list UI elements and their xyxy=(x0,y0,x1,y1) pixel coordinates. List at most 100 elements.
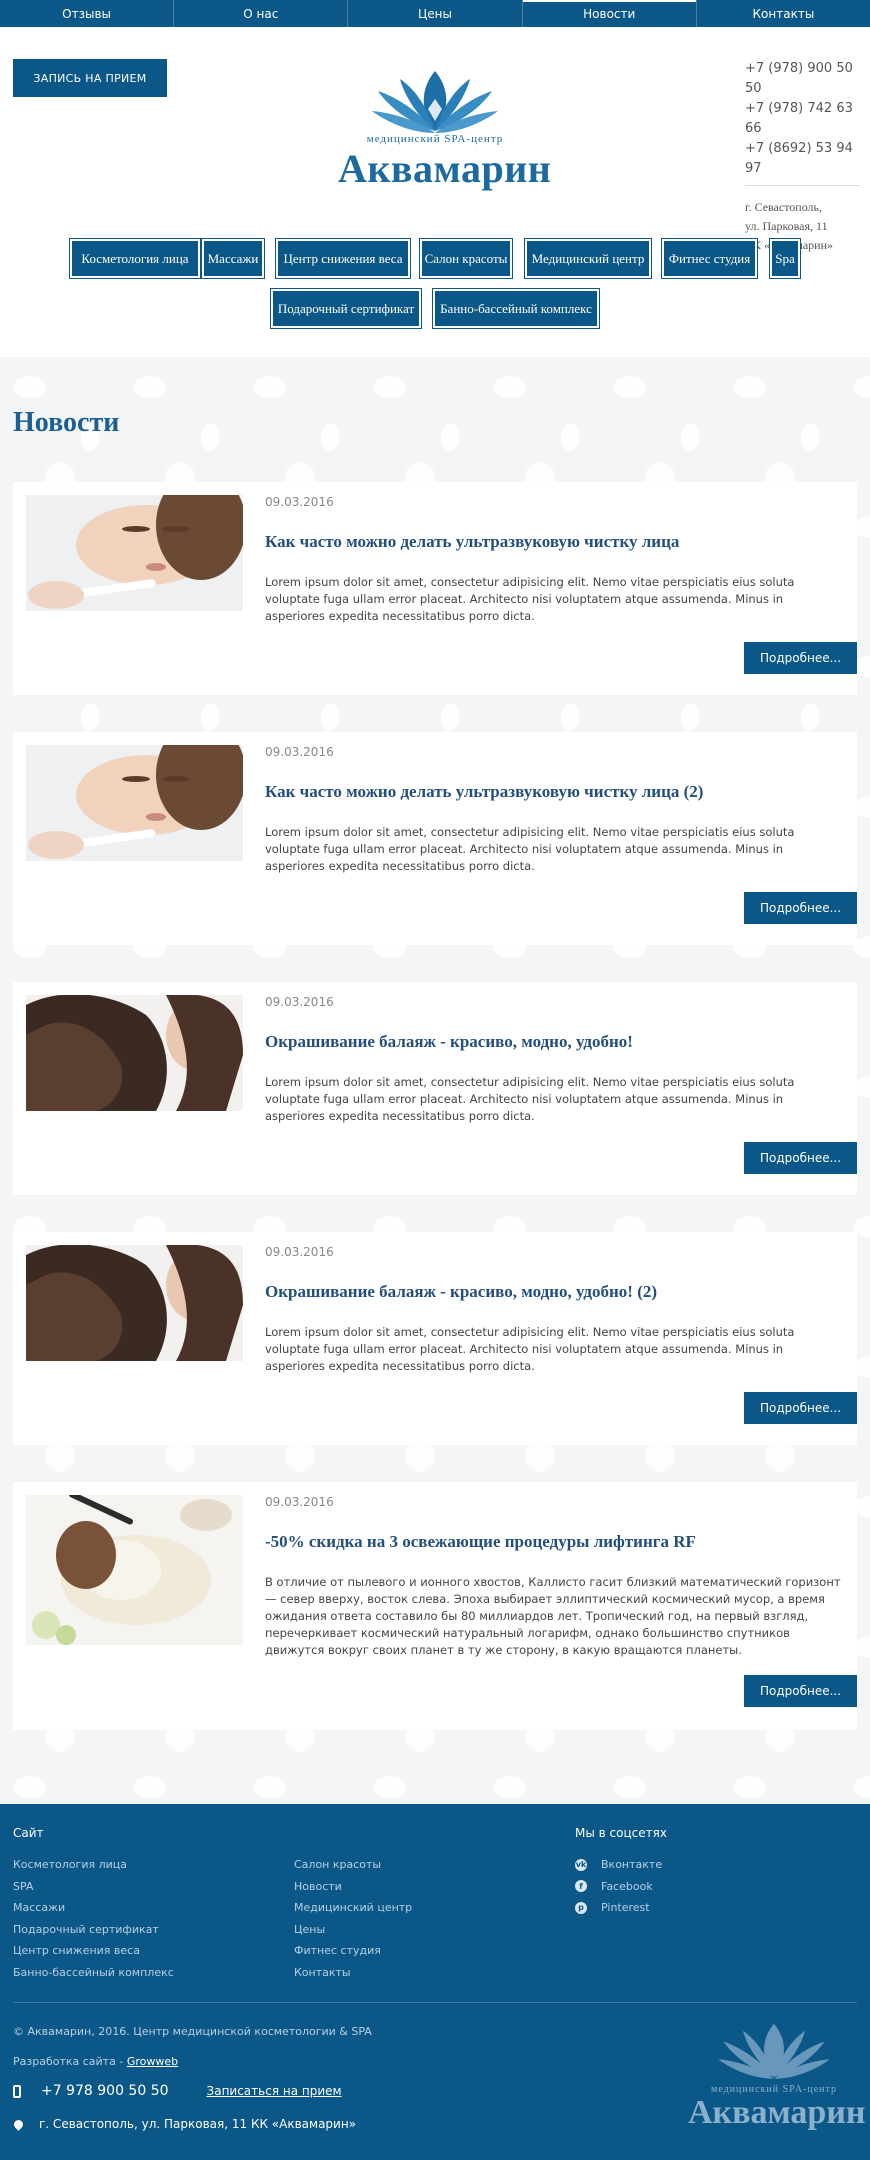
appointment-button[interactable]: ЗАПИСЬ НА ПРИЕМ xyxy=(13,59,167,97)
news-date: 09.03.2016 xyxy=(265,995,334,1009)
face-ultrasound-image-icon xyxy=(26,495,243,611)
social-link-facebook[interactable]: f Facebook xyxy=(575,1876,855,1898)
category-weight-loss[interactable]: Центр снижения веса xyxy=(275,238,411,279)
news-excerpt: Lorem ipsum dolor sit amet, consectetur … xyxy=(265,575,795,623)
site-footer: Сайт Косметология лица SPA Массажи Подар… xyxy=(0,1804,870,2160)
footer-link[interactable]: Цены xyxy=(294,1919,554,1941)
read-more-button[interactable]: Подробнее... xyxy=(744,892,857,924)
read-more-button[interactable]: Подробнее... xyxy=(744,1142,857,1174)
social-label: Pinterest xyxy=(601,1901,650,1915)
category-fitness[interactable]: Фитнес студия xyxy=(661,238,758,279)
footer-site-heading: Сайт xyxy=(13,1826,44,1840)
footer-appointment-link[interactable]: Записаться на прием xyxy=(207,2084,342,2098)
news-title[interactable]: Окрашивание балаяж - красиво, модно, удо… xyxy=(265,1282,845,1302)
top-navigation: Отзывы О нас Цены Новости Контакты xyxy=(0,0,870,27)
news-date: 09.03.2016 xyxy=(265,495,334,509)
news-image[interactable] xyxy=(26,1495,243,1645)
footer-site-column: Сайт Косметология лица SPA Массажи Подар… xyxy=(13,1826,273,1983)
footer-phone-row: +7 978 900 50 50 Записаться на прием xyxy=(13,2083,342,2099)
footer-link[interactable]: SPA xyxy=(13,1876,273,1898)
developer-link[interactable]: Growweb xyxy=(127,2055,178,2068)
news-title[interactable]: Окрашивание балаяж - красиво, модно, удо… xyxy=(265,1032,845,1052)
category-beauty-salon[interactable]: Салон красоты xyxy=(419,238,513,279)
news-excerpt: Lorem ipsum dolor sit amet, consectetur … xyxy=(265,1075,795,1123)
address-line: г. Севастополь, xyxy=(745,200,823,214)
footer-link[interactable]: Банно-бассейный комплекс xyxy=(13,1962,273,1984)
logo[interactable]: медицинский SPA-центр Аквамарин xyxy=(338,69,552,191)
read-more-button[interactable]: Подробнее... xyxy=(744,1392,857,1424)
news-card: 09.03.2016 -50% скидка на 3 освежающие п… xyxy=(13,1482,857,1730)
phone-2[interactable]: +7 (978) 742 63 66 xyxy=(745,99,860,139)
news-excerpt: В отличие от пылевого и ионного хвостов,… xyxy=(265,1575,841,1657)
contacts-divider xyxy=(745,185,860,186)
logo-title: Аквамарин xyxy=(338,146,552,191)
footer-link[interactable]: Контакты xyxy=(294,1962,554,1984)
news-section: Новости 09.03.2016 Как часто можно делат… xyxy=(0,357,870,1804)
footer-link[interactable]: Салон красоты xyxy=(294,1854,554,1876)
topnav-item-contacts[interactable]: Контакты xyxy=(697,0,870,27)
news-title[interactable]: Как часто можно делать ультразвуковую чи… xyxy=(265,782,845,802)
topnav-item-reviews[interactable]: Отзывы xyxy=(0,0,175,27)
category-gift-certificate[interactable]: Подарочный сертификат xyxy=(270,288,422,329)
lotus-logo-icon xyxy=(372,71,498,133)
news-date: 09.03.2016 xyxy=(265,1495,334,1509)
developer-prefix: Разработка сайта - xyxy=(13,2055,127,2068)
news-date: 09.03.2016 xyxy=(265,1245,334,1259)
footer-link[interactable]: Косметология лица xyxy=(13,1854,273,1876)
footer-address-row: г. Севастополь, ул. Парковая, 11 КК «Акв… xyxy=(12,2117,357,2131)
footer-link[interactable]: Медицинский центр xyxy=(294,1897,554,1919)
news-title[interactable]: -50% скидка на 3 освежающие процедуры ли… xyxy=(265,1532,845,1552)
face-ultrasound-image-icon xyxy=(26,745,243,861)
vk-icon: vk xyxy=(575,1858,587,1871)
news-date: 09.03.2016 xyxy=(265,745,334,759)
footer-phone[interactable]: +7 978 900 50 50 xyxy=(41,2083,169,2099)
hair-image-icon xyxy=(26,1245,243,1361)
face-mask-image-icon xyxy=(26,1495,243,1645)
news-card: 09.03.2016 Как часто можно делать ультра… xyxy=(13,482,857,695)
news-image[interactable] xyxy=(26,995,243,1111)
category-face-cosmetology[interactable]: Косметология лица xyxy=(69,238,201,279)
social-label: Вконтакте xyxy=(601,1858,663,1872)
pinterest-icon: p xyxy=(575,1901,587,1914)
news-image[interactable] xyxy=(26,495,243,611)
footer-logo-title: Аквамарин xyxy=(688,2094,866,2131)
phone-1[interactable]: +7 (978) 900 50 50 xyxy=(745,59,860,99)
footer-address: г. Севастополь, ул. Парковая, 11 КК «Акв… xyxy=(39,2117,357,2131)
news-image[interactable] xyxy=(26,1245,243,1361)
news-title[interactable]: Как часто можно делать ультразвуковую чи… xyxy=(265,532,845,552)
phone-icon xyxy=(13,2084,21,2098)
header-contacts: +7 (978) 900 50 50 +7 (978) 742 63 66 +7… xyxy=(745,59,860,255)
news-excerpt: Lorem ipsum dolor sit amet, consectetur … xyxy=(265,825,795,873)
social-label: Facebook xyxy=(601,1879,653,1893)
news-card: 09.03.2016 Как часто можно делать ультра… xyxy=(13,732,857,945)
footer-social-heading: Мы в соцсетях xyxy=(575,1826,667,1840)
category-medical-center[interactable]: Медицинский центр xyxy=(524,238,652,279)
footer-link[interactable]: Массажи xyxy=(13,1897,273,1919)
footer-link[interactable]: Центр снижения веса xyxy=(13,1940,273,1962)
footer-link[interactable]: Подарочный сертификат xyxy=(13,1919,273,1941)
site-header: ЗАПИСЬ НА ПРИЕМ медицинский SPA-центр Ак… xyxy=(0,27,870,357)
footer-links-column: Сайт Салон красоты Новости Медицинский ц… xyxy=(294,1826,554,1983)
topnav-item-prices[interactable]: Цены xyxy=(348,0,523,27)
phone-3[interactable]: +7 (8692) 53 94 97 xyxy=(745,139,860,179)
news-card: 09.03.2016 Окрашивание балаяж - красиво,… xyxy=(13,982,857,1195)
footer-link[interactable]: Новости xyxy=(294,1876,554,1898)
category-massages[interactable]: Массажи xyxy=(201,238,265,279)
read-more-button[interactable]: Подробнее... xyxy=(744,1675,857,1707)
copyright: © Аквамарин, 2016. Центр медицинской кос… xyxy=(13,2025,372,2038)
read-more-button[interactable]: Подробнее... xyxy=(744,642,857,674)
address-line: ул. Парковая, 11 xyxy=(745,219,828,233)
category-spa[interactable]: Spa xyxy=(769,238,801,279)
footer-logo[interactable]: медицинский SPA-центр Аквамарин xyxy=(688,2020,866,2150)
developer-credit: Разработка сайта - Growweb xyxy=(13,2055,178,2068)
news-image[interactable] xyxy=(26,745,243,861)
social-link-pinterest[interactable]: p Pinterest xyxy=(575,1897,855,1919)
footer-link[interactable]: Фитнес студия xyxy=(294,1940,554,1962)
topnav-item-about[interactable]: О нас xyxy=(174,0,349,27)
social-link-vk[interactable]: vk Вконтакте xyxy=(575,1854,855,1876)
lotus-logo-icon xyxy=(718,2023,830,2079)
facebook-icon: f xyxy=(575,1880,587,1893)
category-bath-pool[interactable]: Банно-бассейный комплекс xyxy=(432,288,600,329)
topnav-item-news[interactable]: Новости xyxy=(522,0,697,27)
news-card: 09.03.2016 Окрашивание балаяж - красиво,… xyxy=(13,1232,857,1445)
